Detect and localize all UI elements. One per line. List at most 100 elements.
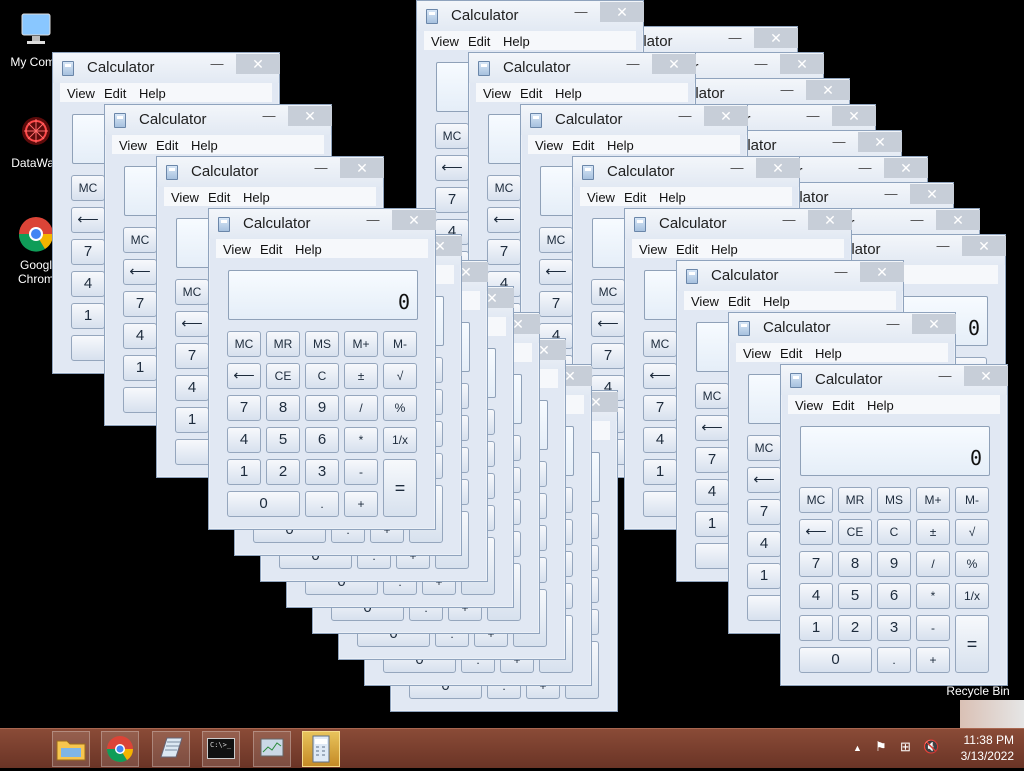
minimize-button[interactable]: —: [800, 109, 826, 127]
key-mr[interactable]: MR: [266, 331, 300, 357]
minimize-button[interactable]: —: [620, 57, 646, 75]
menu-help[interactable]: Help: [191, 138, 218, 153]
calculator-window[interactable]: Calculator — ✕ View Edit Help 0 MCMRMSM+M- ⟵CEC±…: [780, 364, 1008, 686]
close-button[interactable]: ✕: [704, 106, 748, 126]
window-titlebar[interactable]: Calculator — ✕: [573, 157, 800, 187]
show-hidden-icons-button[interactable]: ▲: [853, 743, 862, 753]
window-titlebar[interactable]: Calculator — ✕: [781, 365, 1008, 395]
minimize-button[interactable]: —: [360, 213, 386, 231]
key-back[interactable]: ⟵: [591, 311, 625, 337]
menu-edit[interactable]: Edit: [572, 138, 594, 153]
key-mc[interactable]: MC: [435, 123, 469, 149]
close-button[interactable]: ✕: [910, 184, 954, 204]
key-back[interactable]: ⟵: [71, 207, 105, 233]
key-ms[interactable]: MS: [305, 331, 339, 357]
key-back[interactable]: ⟵: [539, 259, 573, 285]
menu-view[interactable]: View: [639, 242, 667, 257]
menu-edit[interactable]: Edit: [104, 86, 126, 101]
key-seven[interactable]: 7: [695, 447, 729, 473]
menu-view[interactable]: View: [743, 346, 771, 361]
minimize-button[interactable]: —: [826, 135, 852, 153]
menu-view[interactable]: View: [223, 242, 251, 257]
key-three[interactable]: 3: [305, 459, 339, 485]
menu-edit[interactable]: Edit: [468, 34, 490, 49]
key-pct[interactable]: %: [955, 551, 989, 577]
key-mc[interactable]: MC: [123, 227, 157, 253]
window-titlebar[interactable]: Calculator — ✕: [677, 261, 904, 291]
minimize-button[interactable]: —: [748, 57, 774, 75]
key-one[interactable]: 1: [747, 563, 781, 589]
minimize-button[interactable]: —: [828, 265, 854, 283]
key-seven[interactable]: 7: [487, 239, 521, 265]
key-back[interactable]: ⟵: [175, 311, 209, 337]
key-eight[interactable]: 8: [838, 551, 872, 577]
menu-edit[interactable]: Edit: [624, 190, 646, 205]
key-dot[interactable]: .: [305, 491, 339, 517]
minimize-button[interactable]: —: [722, 31, 748, 49]
key-four[interactable]: 4: [71, 271, 105, 297]
close-button[interactable]: ✕: [808, 210, 852, 230]
taskbar-cmd[interactable]: C:\>_: [202, 731, 240, 767]
window-titlebar[interactable]: Calculator — ✕: [469, 53, 696, 83]
close-button[interactable]: ✕: [912, 314, 956, 334]
key-one[interactable]: 1: [71, 303, 105, 329]
minimize-button[interactable]: —: [932, 369, 958, 387]
minimize-button[interactable]: —: [256, 109, 282, 127]
key-back[interactable]: ⟵: [123, 259, 157, 285]
window-titlebar[interactable]: Calculator — ✕: [53, 53, 280, 83]
key-four[interactable]: 4: [695, 479, 729, 505]
key-ce[interactable]: CE: [838, 519, 872, 545]
close-button[interactable]: ✕: [756, 158, 800, 178]
key-back[interactable]: ⟵: [643, 363, 677, 389]
key-mul[interactable]: *: [916, 583, 950, 609]
key-div[interactable]: /: [916, 551, 950, 577]
key-add[interactable]: +: [916, 647, 950, 673]
key-ms[interactable]: MS: [877, 487, 911, 513]
key-seven[interactable]: 7: [539, 291, 573, 317]
action-center-flag-icon[interactable]: ⚑: [875, 739, 887, 755]
key-six[interactable]: 6: [305, 427, 339, 453]
window-titlebar[interactable]: Calculator — ✕: [521, 105, 748, 135]
menu-help[interactable]: Help: [503, 34, 530, 49]
close-button[interactable]: ✕: [652, 54, 696, 74]
key-mplus[interactable]: M+: [916, 487, 950, 513]
key-one[interactable]: 1: [643, 459, 677, 485]
minimize-button[interactable]: —: [568, 5, 594, 23]
key-seven[interactable]: 7: [643, 395, 677, 421]
key-one[interactable]: 1: [175, 407, 209, 433]
key-seven[interactable]: 7: [71, 239, 105, 265]
minimize-button[interactable]: —: [878, 187, 904, 205]
window-titlebar[interactable]: Calculator — ✕: [729, 313, 956, 343]
key-mminus[interactable]: M-: [383, 331, 417, 357]
menu-help[interactable]: Help: [659, 190, 686, 205]
key-add[interactable]: +: [344, 491, 378, 517]
key-eq[interactable]: =: [383, 459, 417, 517]
key-recip[interactable]: 1/x: [383, 427, 417, 453]
key-recip[interactable]: 1/x: [955, 583, 989, 609]
key-back[interactable]: ⟵: [799, 519, 833, 545]
window-titlebar[interactable]: Calculator — ✕: [417, 1, 644, 31]
close-button[interactable]: ✕: [858, 132, 902, 152]
key-pct[interactable]: %: [383, 395, 417, 421]
key-mc[interactable]: MC: [643, 331, 677, 357]
key-c[interactable]: C: [877, 519, 911, 545]
key-seven[interactable]: 7: [747, 499, 781, 525]
menu-edit[interactable]: Edit: [728, 294, 750, 309]
minimize-button[interactable]: —: [852, 161, 878, 179]
menu-view[interactable]: View: [119, 138, 147, 153]
key-one[interactable]: 1: [799, 615, 833, 641]
window-titlebar[interactable]: Calculator — ✕: [157, 157, 384, 187]
key-sub[interactable]: -: [916, 615, 950, 641]
key-sqrt[interactable]: √: [383, 363, 417, 389]
close-button[interactable]: ✕: [340, 158, 384, 178]
menu-help[interactable]: Help: [295, 242, 322, 257]
key-seven[interactable]: 7: [591, 343, 625, 369]
minimize-button[interactable]: —: [672, 109, 698, 127]
menu-edit[interactable]: Edit: [832, 398, 854, 413]
key-four[interactable]: 4: [747, 531, 781, 557]
key-back[interactable]: ⟵: [747, 467, 781, 493]
network-icon[interactable]: ⊞: [900, 739, 911, 755]
key-mc[interactable]: MC: [747, 435, 781, 461]
volume-muted-icon[interactable]: 🔇: [923, 739, 939, 755]
menu-edit[interactable]: Edit: [260, 242, 282, 257]
